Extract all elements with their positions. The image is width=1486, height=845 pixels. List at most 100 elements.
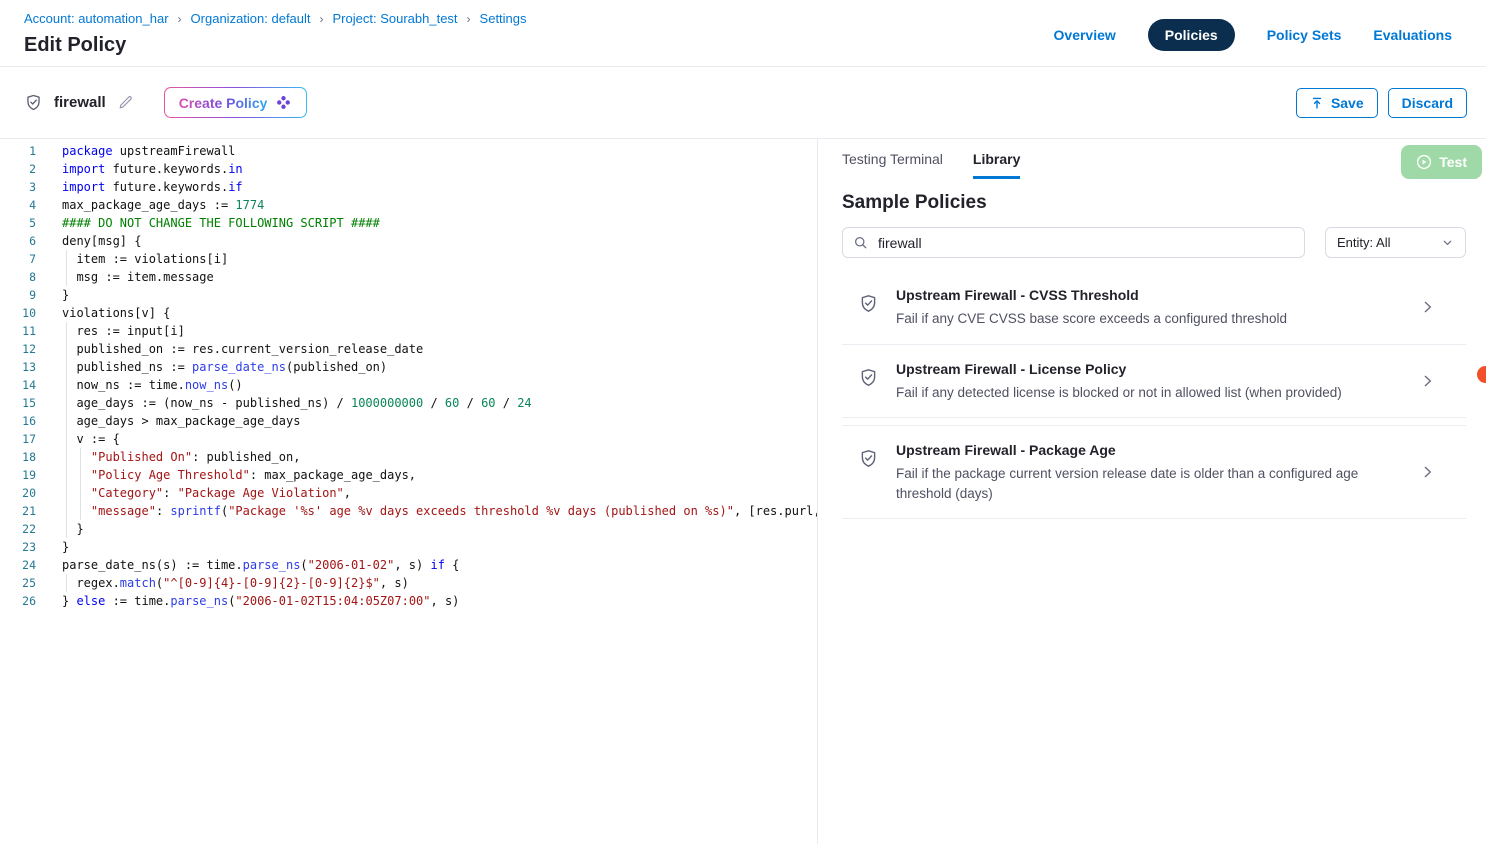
upload-icon (1310, 96, 1324, 110)
code-line-content: "Category": "Package Age Violation", (62, 484, 351, 502)
create-policy-button[interactable]: Create Policy (164, 87, 308, 118)
code-line[interactable]: 24parse_date_ns(s) := time.parse_ns("200… (0, 556, 817, 574)
code-line[interactable]: 22 } (0, 520, 817, 538)
play-circle-icon (1416, 154, 1432, 170)
code-line[interactable]: 10violations[v] { (0, 304, 817, 322)
edit-name-icon[interactable] (117, 94, 134, 111)
chevron-right-icon[interactable] (1419, 299, 1436, 316)
test-button[interactable]: Test (1401, 145, 1482, 179)
code-line[interactable]: 4 max_package_age_days := 1774 (0, 196, 817, 214)
nav-tab-policy-sets[interactable]: Policy Sets (1267, 27, 1342, 43)
indent-guide (80, 502, 81, 520)
code-line[interactable]: 2import future.keywords.in (0, 160, 817, 178)
nav-tab-evaluations[interactable]: Evaluations (1373, 27, 1452, 43)
filter-row: Entity: All (842, 227, 1466, 258)
library-item-text: Upstream Firewall - License Policy Fail … (896, 361, 1342, 403)
nav-tab-policies[interactable]: Policies (1148, 19, 1235, 51)
panel-tab-testing-terminal[interactable]: Testing Terminal (842, 151, 943, 179)
code-line[interactable]: 18 "Published On": published_on, (0, 448, 817, 466)
code-line[interactable]: 15 age_days := (now_ns - published_ns) /… (0, 394, 817, 412)
indent-guide (66, 412, 67, 430)
code-line[interactable]: 19 "Policy Age Threshold": max_package_a… (0, 466, 817, 484)
line-number: 12 (0, 340, 36, 358)
line-number: 8 (0, 268, 36, 286)
line-number: 3 (0, 178, 36, 196)
line-number: 13 (0, 358, 36, 376)
save-button[interactable]: Save (1296, 88, 1378, 118)
code-line[interactable]: 7 item := violations[i] (0, 250, 817, 268)
line-number: 7 (0, 250, 36, 268)
breadcrumb-item[interactable]: Organization: default (191, 11, 311, 26)
code-line[interactable]: 20 "Category": "Package Age Violation", (0, 484, 817, 502)
code-line-content: "Published On": published_on, (62, 448, 300, 466)
policy-shield-icon (24, 93, 43, 112)
library-item[interactable]: Upstream Firewall - CVSS Threshold Fail … (842, 271, 1466, 345)
search-input[interactable] (876, 234, 1294, 252)
code-line[interactable]: 25 regex.match("^[0-9]{4}-[0-9]{2}-[0-9]… (0, 574, 817, 592)
line-number: 10 (0, 304, 36, 322)
line-number: 24 (0, 556, 36, 574)
code-line[interactable]: 12 published_on := res.current_version_r… (0, 340, 817, 358)
entity-filter-value: Entity: All (1337, 235, 1390, 250)
indent-guide (66, 430, 67, 448)
policy-shield-icon (858, 293, 879, 314)
indent-guide (66, 574, 67, 592)
policy-name: firewall (54, 94, 106, 111)
chevron-right-icon[interactable] (1419, 464, 1436, 481)
line-number: 19 (0, 466, 36, 484)
code-line-content: age_days > max_package_age_days (62, 412, 300, 430)
code-line[interactable]: 17 v := { (0, 430, 817, 448)
sample-policies-heading: Sample Policies (842, 192, 1466, 214)
code-line[interactable]: 1package upstreamFirewall (0, 142, 817, 160)
code-editor-lines: 1package upstreamFirewall2import future.… (0, 142, 817, 610)
breadcrumb-item[interactable]: Account: automation_har (24, 11, 169, 26)
code-line-content: max_package_age_days := 1774 (62, 196, 264, 214)
line-number: 2 (0, 160, 36, 178)
code-line[interactable]: 6deny[msg] { (0, 232, 817, 250)
breadcrumb-item[interactable]: Settings (480, 11, 527, 26)
code-line[interactable]: 8 msg := item.message (0, 268, 817, 286)
library-item[interactable]: Upstream Firewall - Package Age Fail if … (842, 425, 1466, 519)
code-line[interactable]: 5#### DO NOT CHANGE THE FOLLOWING SCRIPT… (0, 214, 817, 232)
code-line-content: } (62, 286, 69, 304)
library-item[interactable]: Upstream Firewall - License Policy Fail … (842, 345, 1466, 419)
library-list: Upstream Firewall - CVSS Threshold Fail … (842, 271, 1466, 519)
library-item-title: Upstream Firewall - CVSS Threshold (896, 287, 1287, 303)
code-line[interactable]: 21 "message": sprintf("Package '%s' age … (0, 502, 817, 520)
line-number: 21 (0, 502, 36, 520)
code-line[interactable]: 23} (0, 538, 817, 556)
code-line[interactable]: 3 import future.keywords.if (0, 178, 817, 196)
code-line-content: import future.keywords.if (62, 178, 243, 196)
code-line[interactable]: 13 published_ns := parse_date_ns(publish… (0, 358, 817, 376)
discard-button[interactable]: Discard (1388, 88, 1467, 118)
chevron-right-icon[interactable] (1419, 372, 1436, 389)
code-line-content: published_ns := parse_date_ns(published_… (62, 358, 387, 376)
library-item-description: Fail if any CVE CVSS base score exceeds … (896, 309, 1287, 329)
line-number: 11 (0, 322, 36, 340)
code-line-content: "message": sprintf("Package '%s' age %v … (62, 502, 818, 520)
policy-name-group: firewall (24, 93, 134, 112)
indent-guide (66, 484, 67, 502)
nav-tab-overview[interactable]: Overview (1054, 27, 1116, 43)
indent-guide (66, 358, 67, 376)
entity-filter-select[interactable]: Entity: All (1325, 227, 1466, 258)
search-icon (853, 235, 868, 250)
code-line[interactable]: 11 res := input[i] (0, 322, 817, 340)
line-number: 4 (0, 196, 36, 214)
breadcrumb-item[interactable]: Project: Sourabh_test (333, 11, 458, 26)
panel-tab-library[interactable]: Library (973, 151, 1020, 179)
code-line[interactable]: 16 age_days > max_package_age_days (0, 412, 817, 430)
header-nav: Overview Policies Policy Sets Evaluations (1054, 19, 1452, 51)
search-box (842, 227, 1305, 258)
policy-shield-icon (858, 448, 879, 469)
code-line-content: published_on := res.current_version_rele… (62, 340, 423, 358)
create-policy-label: Create Policy (179, 95, 268, 111)
line-number: 6 (0, 232, 36, 250)
code-line[interactable]: 9} (0, 286, 817, 304)
code-line[interactable]: 26} else := time.parse_ns("2006-01-02T15… (0, 592, 817, 610)
code-line-content: regex.match("^[0-9]{4}-[0-9]{2}-[0-9]{2}… (62, 574, 409, 592)
code-line[interactable]: 14 now_ns := time.now_ns() (0, 376, 817, 394)
indent-guide (66, 376, 67, 394)
code-editor[interactable]: 1package upstreamFirewall2import future.… (0, 139, 818, 844)
indent-guide (66, 394, 67, 412)
